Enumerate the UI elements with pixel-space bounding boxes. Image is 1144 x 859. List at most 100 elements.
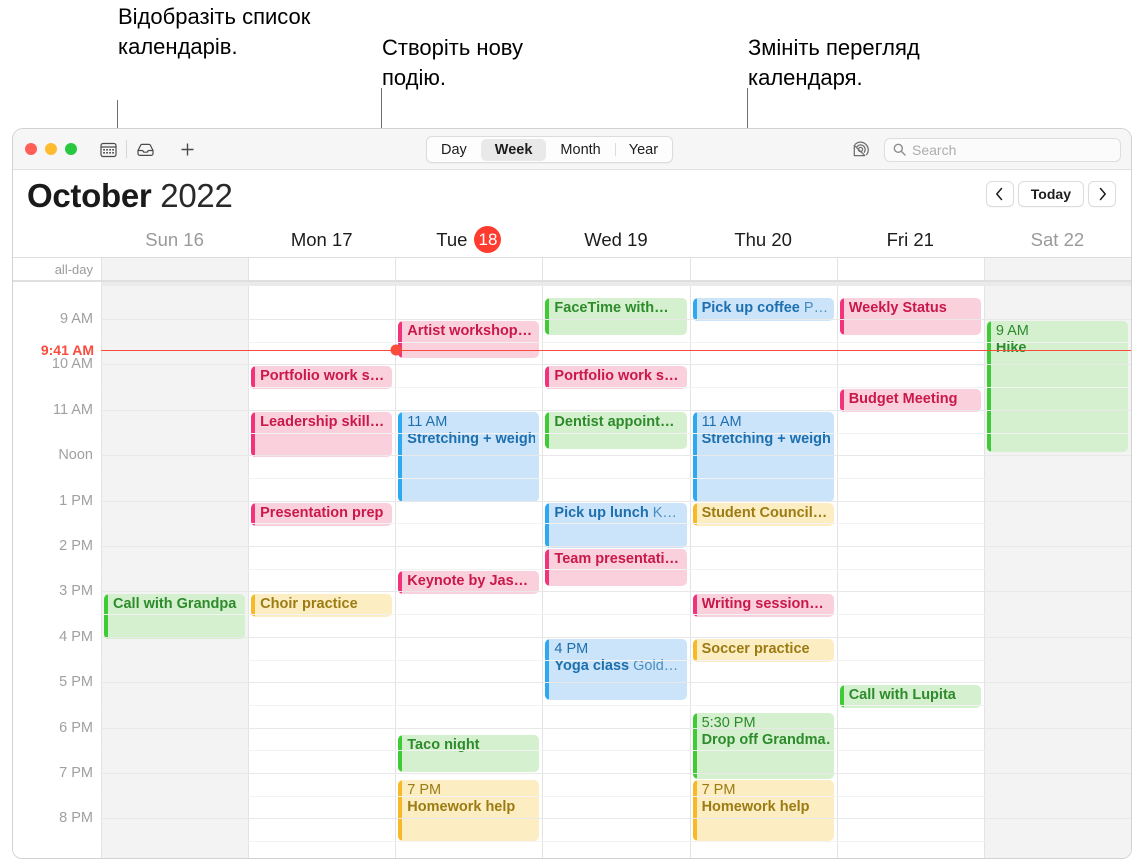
event-time: 4 PM [554, 641, 589, 657]
day-column-sun[interactable]: Call with Grandpa [101, 282, 249, 858]
maximize-button[interactable] [65, 143, 77, 155]
day-header-thu[interactable]: Thu 20 [690, 222, 837, 257]
search-field[interactable]: Search [884, 137, 1121, 162]
all-day-row: all-day [13, 258, 1131, 282]
calendar-event[interactable]: Artist workshop… [398, 321, 540, 358]
calendar-event[interactable]: Budget Meeting [839, 389, 981, 412]
inbox-icon[interactable] [132, 137, 158, 161]
event-title: Dentist appoint… [554, 414, 675, 430]
next-week-button[interactable] [1088, 181, 1116, 207]
event-color-bar [545, 549, 550, 586]
view-tab-month[interactable]: Month [546, 137, 614, 162]
day-column-fri[interactable]: Weekly Status Budget Meeting Call with Lup… [836, 282, 984, 858]
time-label: 1 PM [59, 492, 93, 509]
day-columns-area[interactable]: Call with Grandpa Portfolio work s… Leader… [101, 282, 1131, 858]
callout-change-calendar-view: Змініть перегляд календаря. [748, 35, 920, 90]
event-title: Yoga class Gold… [554, 657, 679, 674]
previous-week-button[interactable] [985, 181, 1014, 207]
calendar-event[interactable]: 5:30 PM Drop off Grandma… [692, 713, 834, 779]
day-column-wed[interactable]: FaceTime with… Portfolio work s… Dentist a… [542, 282, 689, 858]
calendar-event[interactable]: Soccer practice [692, 639, 834, 662]
event-color-bar [398, 571, 403, 594]
week-grid[interactable]: 9 AM 10 AM 11 AM Noon 1 PM 2 PM 3 PM 4 PM 5 PM 6 … [13, 282, 1131, 858]
calendar-event[interactable]: Taco night [398, 735, 540, 772]
calendar-event[interactable]: Leadership skill… [251, 412, 393, 457]
day-header-sat[interactable]: Sat 22 [984, 222, 1131, 257]
calendar-event[interactable]: Weekly Status [839, 298, 981, 335]
view-tab-year[interactable]: Year [614, 137, 672, 162]
day-header-name: Sun 16 [145, 228, 204, 250]
calendar-event[interactable]: 11 AM Stretching + weights [398, 412, 540, 502]
time-label: 6 PM [59, 719, 93, 736]
calendar-event[interactable]: Student Council… [692, 503, 834, 526]
event-color-bar [251, 503, 256, 526]
plus-icon[interactable] [174, 137, 200, 161]
view-tab-day[interactable]: Day [427, 137, 481, 162]
event-title: Writing session… [701, 596, 824, 612]
calendar-event[interactable]: FaceTime with… [545, 298, 687, 335]
all-day-cell-mon[interactable] [248, 258, 395, 280]
grid-top-shadow [101, 282, 1131, 286]
calendar-event[interactable]: 7 PM Homework help [692, 780, 834, 841]
day-column-mon[interactable]: Portfolio work s… Leadership skill… Presen… [248, 282, 395, 858]
event-color-bar [692, 412, 697, 502]
calendar-event[interactable]: Portfolio work s… [545, 366, 687, 389]
time-label: 9 AM [59, 311, 93, 327]
day-column-tue[interactable]: Artist workshop… 11 AM Stretching + weight… [395, 282, 542, 858]
day-header-fri[interactable]: Fri 21 [837, 222, 984, 257]
event-time: 5:30 PM [701, 715, 756, 731]
calendar-event[interactable]: Dentist appoint… [545, 412, 687, 449]
day-header-wed[interactable]: Wed 19 [542, 222, 689, 257]
day-header-name: Wed 19 [584, 228, 648, 250]
day-header-mon[interactable]: Mon 17 [248, 222, 395, 257]
day-header-sun[interactable]: Sun 16 [101, 222, 248, 257]
calendar-event[interactable]: Presentation prep [251, 503, 393, 526]
view-segmented-control[interactable]: Day Week Month Year [426, 136, 674, 163]
airplay-icon[interactable] [848, 138, 872, 162]
day-header-tue[interactable]: Tue 18 [395, 222, 542, 257]
calendar-event[interactable]: Pick up coffee P… [692, 298, 834, 321]
view-tab-week[interactable]: Week [480, 138, 547, 161]
event-time: 11 AM [701, 414, 742, 430]
calendar-event[interactable]: Pick up lunch K… [545, 503, 687, 548]
calendar-event[interactable]: Choir practice [251, 594, 393, 617]
calendar-event[interactable]: 11 AM Stretching + weights [692, 412, 834, 502]
day-column-sat[interactable]: 9 AM Hike [983, 282, 1131, 858]
event-color-bar [398, 780, 403, 841]
event-title: Choir practice [260, 596, 358, 612]
calendar-event[interactable]: Portfolio work s… [251, 366, 393, 389]
event-color-bar [398, 735, 403, 772]
event-color-bar [251, 366, 256, 389]
all-day-cell-fri[interactable] [836, 258, 984, 280]
close-button[interactable] [25, 143, 37, 155]
calendar-event[interactable]: Team presentati… [545, 549, 687, 586]
current-time-label: 9:41 AM [40, 342, 94, 359]
calendar-event[interactable]: Keynote by Jas… [398, 571, 540, 594]
all-day-cell-wed[interactable] [542, 258, 689, 280]
event-color-bar [545, 412, 550, 449]
title-month: October [27, 177, 152, 214]
calendar-event[interactable]: 9 AM Hike [986, 321, 1128, 452]
event-color-bar [545, 298, 550, 335]
time-gutter: 9 AM 10 AM 11 AM Noon 1 PM 2 PM 3 PM 4 PM 5 PM 6 … [13, 282, 101, 858]
minimize-button[interactable] [45, 143, 57, 155]
toolbar-right-group: Search [848, 129, 1121, 170]
time-label: Noon [58, 447, 93, 464]
calendar-event[interactable]: Call with Grandpa [104, 594, 246, 639]
calendar-event[interactable]: 4 PM Yoga class Gold… [545, 639, 687, 700]
today-button[interactable]: Today [1017, 181, 1084, 207]
all-day-cell-thu[interactable] [689, 258, 837, 280]
callout-create-new-event: Створіть нову подію. [382, 35, 524, 90]
calendar-event[interactable]: Writing session… [692, 594, 834, 617]
calendar-icon[interactable] [95, 137, 121, 161]
event-title: Student Council… [701, 505, 828, 521]
all-day-cell-tue[interactable] [395, 258, 542, 280]
event-title: Artist workshop… [407, 323, 533, 339]
event-title: Team presentati… [554, 551, 680, 567]
all-day-cell-sat[interactable] [983, 258, 1131, 280]
all-day-cell-sun[interactable] [101, 258, 249, 280]
calendar-event[interactable]: 7 PM Homework help [398, 780, 540, 841]
day-column-thu[interactable]: Pick up coffee P… 11 AM Stretching + weigh… [689, 282, 837, 858]
event-color-bar [986, 321, 991, 452]
calendar-event[interactable]: Call with Lupita [839, 685, 981, 708]
